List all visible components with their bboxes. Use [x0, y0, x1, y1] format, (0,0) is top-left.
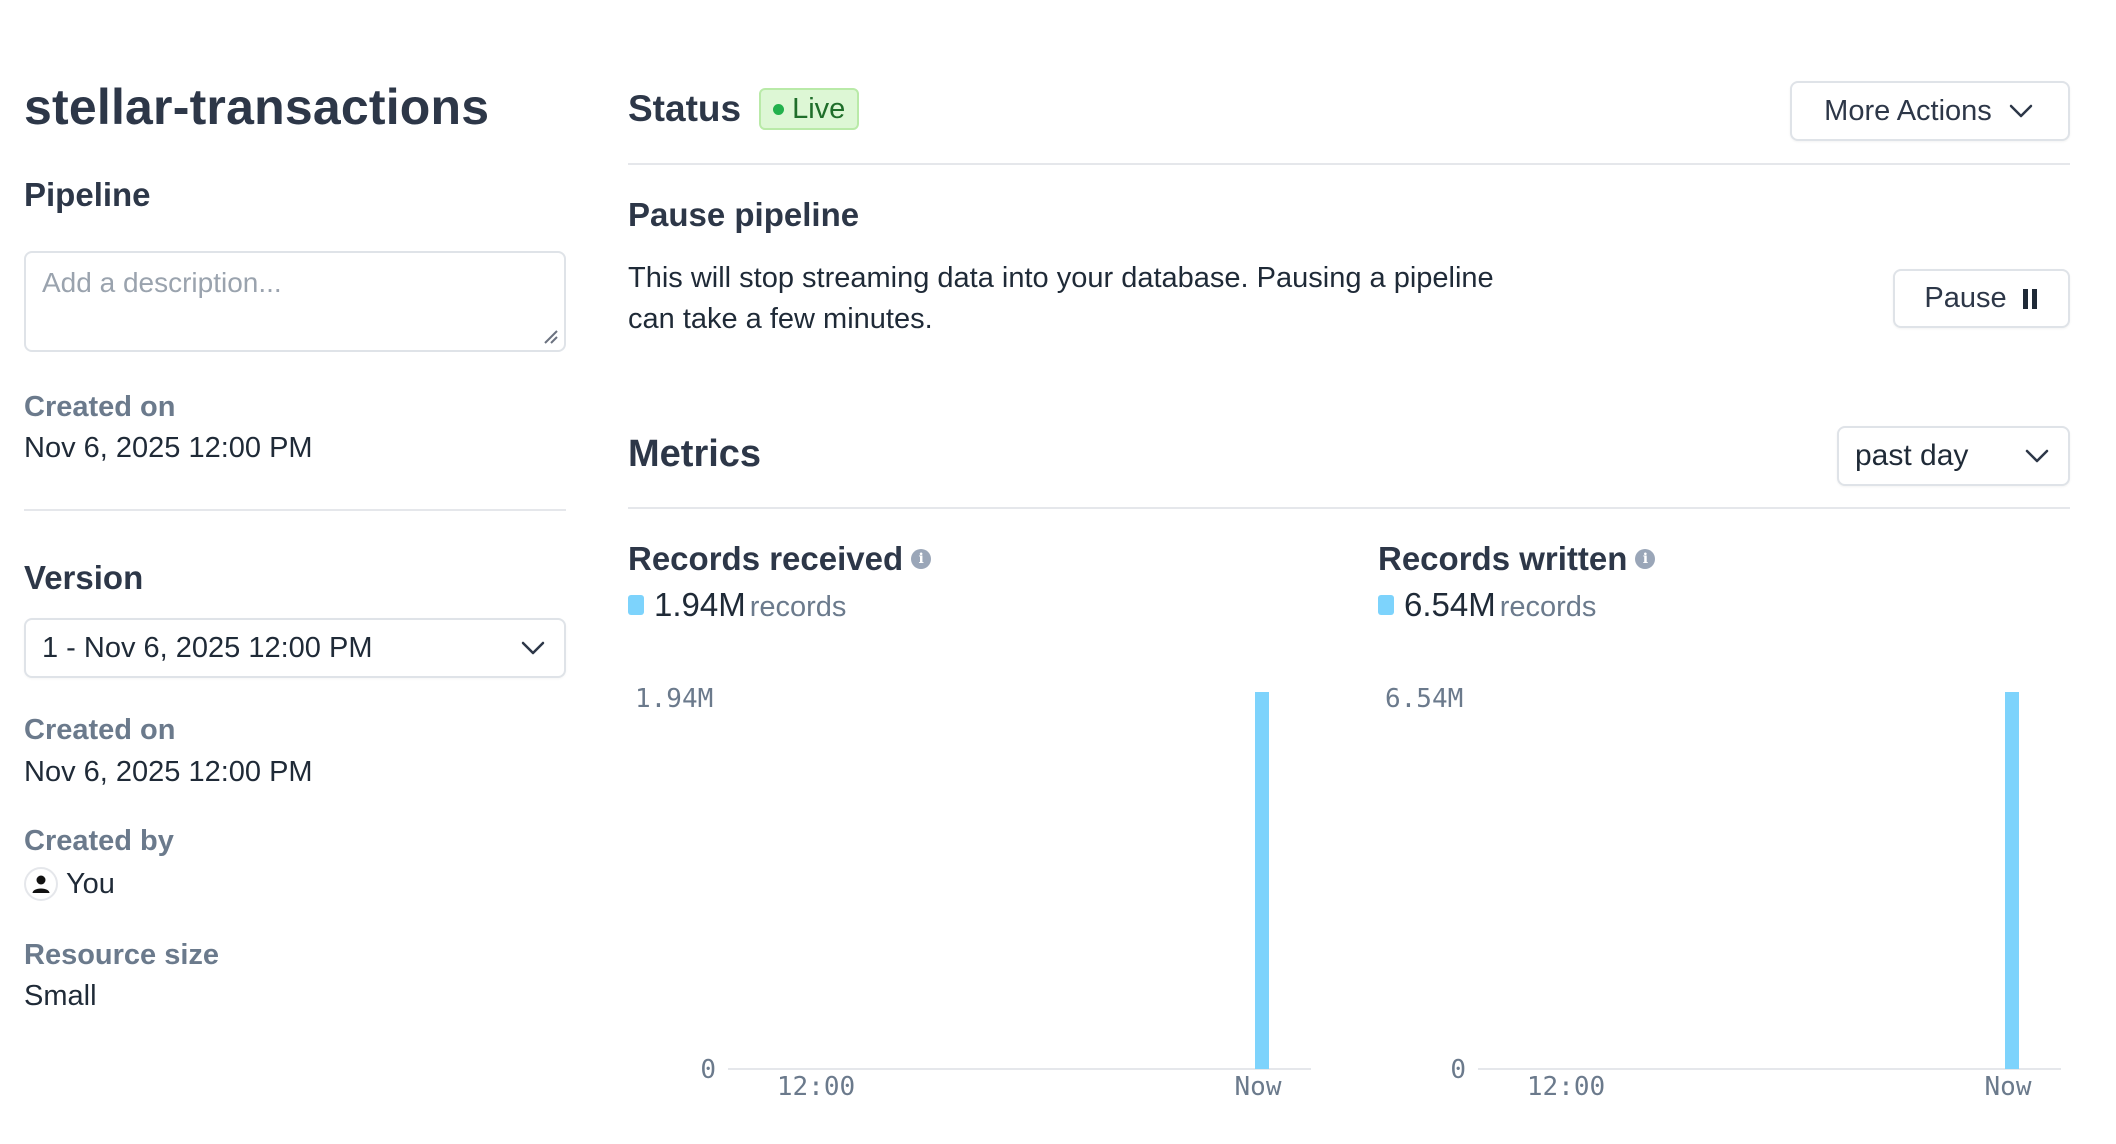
- y-tick-label: 0: [1450, 1055, 1466, 1085]
- resize-handle-icon[interactable]: [542, 328, 558, 344]
- x-tick-label: 12:00: [777, 1072, 855, 1100]
- resource-size-label: Resource size: [24, 939, 220, 971]
- pipeline-details-page: stellar-transactions Pipeline Add a desc…: [0, 0, 2116, 1144]
- chevron-down-icon: [521, 641, 545, 655]
- y-tick-label: 6.54M: [1385, 684, 1463, 714]
- legend-swatch: [628, 595, 644, 615]
- pipeline-section-label: Pipeline: [24, 176, 151, 213]
- chart-total-value: 6.54M: [1404, 586, 1496, 623]
- resource-size-value: Small: [24, 980, 97, 1012]
- info-icon[interactable]: i: [911, 549, 932, 569]
- pause-pipeline-description: This will stop streaming data into your …: [628, 262, 1494, 335]
- pipeline-created-on-label: Created on: [24, 391, 176, 423]
- legend-swatch: [1378, 595, 1394, 615]
- description-placeholder: Add a description...: [42, 267, 282, 298]
- version-selected-value: 1 - Nov 6, 2025 12:00 PM: [42, 631, 373, 664]
- records-received-chart: Records received i 1.94M records 1.94M 0 1…: [628, 540, 1328, 1120]
- status-badge: Live: [759, 88, 860, 130]
- chart-bar[interactable]: [2005, 692, 2019, 1069]
- info-icon[interactable]: i: [1635, 549, 1656, 569]
- chart-total-unit: records: [749, 591, 847, 623]
- y-tick-label: 1.94M: [635, 684, 713, 714]
- chart-title: Records received i: [628, 540, 932, 578]
- x-tick-label: Now: [1985, 1072, 2032, 1100]
- pause-pipeline-title: Pause pipeline: [628, 196, 860, 233]
- user-avatar-icon: [24, 867, 58, 901]
- version-created-on-label: Created on: [24, 714, 176, 746]
- x-tick-label: Now: [1235, 1072, 1282, 1100]
- chart-title: Records written i: [1378, 540, 1656, 578]
- version-section-label: Version: [24, 559, 144, 596]
- chart-title-label: Records written: [1378, 540, 1628, 577]
- chart-bar[interactable]: [1255, 692, 1269, 1069]
- records-written-chart: Records written i 6.54M records 6.54M 0 12…: [1378, 540, 2078, 1120]
- y-tick-label: 0: [700, 1055, 716, 1085]
- description-textarea[interactable]: Add a description...: [24, 251, 566, 352]
- created-by-label: Created by: [24, 825, 174, 857]
- more-actions-label: More Actions: [1824, 94, 1992, 127]
- chevron-down-icon: [2009, 104, 2033, 118]
- created-by-value: You: [66, 867, 115, 900]
- pipeline-created-on-value: Nov 6, 2025 12:00 PM: [24, 432, 313, 464]
- time-range-select[interactable]: past day: [1837, 426, 2070, 486]
- pause-button-label: Pause: [1924, 282, 2007, 314]
- chart-plot: 1.94M 0 12:00 Now: [635, 684, 1311, 1100]
- live-dot-icon: [773, 103, 785, 115]
- created-by-user: You: [24, 867, 115, 901]
- pipeline-name: stellar-transactions: [24, 79, 490, 135]
- divider: [628, 507, 2070, 509]
- chart-plot: 6.54M 0 12:00 Now: [1385, 684, 2061, 1100]
- chart-total: 1.94M records: [628, 586, 846, 624]
- pause-icon: [2022, 288, 2037, 309]
- time-range-value: past day: [1855, 439, 1969, 472]
- version-select[interactable]: 1 - Nov 6, 2025 12:00 PM: [24, 618, 566, 678]
- status-row: Status Live: [628, 88, 860, 130]
- chart-title-label: Records received: [628, 540, 904, 577]
- chart-total-value: 1.94M: [654, 586, 746, 623]
- status-badge-label: Live: [792, 92, 846, 125]
- chart-total-unit: records: [1499, 591, 1597, 623]
- divider: [628, 163, 2070, 165]
- chart-total: 6.54M records: [1378, 586, 1596, 624]
- x-tick-label: 12:00: [1527, 1072, 1605, 1100]
- status-title: Status: [628, 88, 742, 129]
- metrics-title: Metrics: [628, 433, 762, 475]
- more-actions-button[interactable]: More Actions: [1790, 81, 2070, 141]
- chevron-down-icon: [2025, 449, 2049, 463]
- version-created-on-value: Nov 6, 2025 12:00 PM: [24, 756, 313, 788]
- divider: [24, 509, 566, 511]
- pause-button[interactable]: Pause: [1893, 269, 2070, 328]
